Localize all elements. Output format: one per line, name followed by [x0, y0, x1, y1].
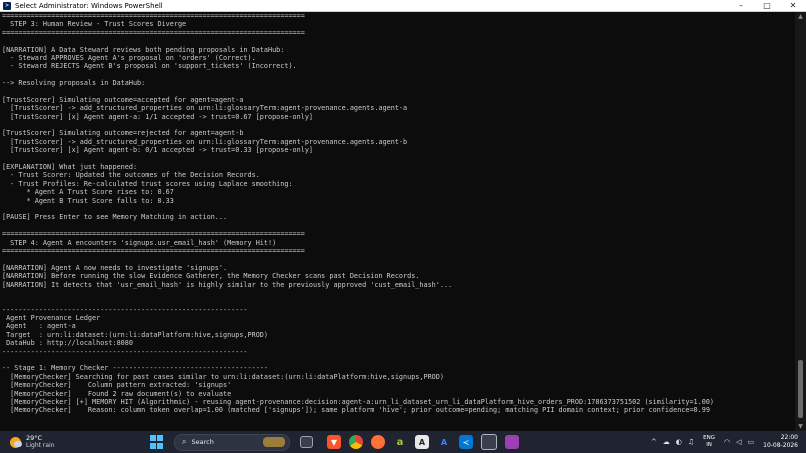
- terminal-line: STEP 4: Agent A encounters 'signups.usr_…: [2, 238, 277, 247]
- terminal-line: [NARRATION] A Data Steward reviews both …: [2, 45, 285, 54]
- maximize-button[interactable]: □: [754, 0, 780, 12]
- weather-icon: [10, 436, 22, 448]
- terminal-line: ----------------------------------------…: [2, 305, 248, 314]
- android-studio-icon[interactable]: a: [393, 435, 407, 449]
- app-a-icon[interactable]: A: [415, 435, 429, 449]
- window-titlebar[interactable]: > Select Administrator: Windows PowerShe…: [0, 0, 806, 12]
- terminal-line: [NARRATION] It detects that 'usr_email_h…: [2, 280, 453, 289]
- terminal-line: DataHub : http://localhost:8080: [2, 339, 133, 348]
- terminal-line: STEP 3: Human Review - Trust Scores Dive…: [2, 20, 187, 29]
- window-title: Select Administrator: Windows PowerShell: [15, 1, 163, 10]
- scrollbar-thumb[interactable]: [798, 360, 803, 418]
- vertical-scrollbar[interactable]: ▲ ▼: [795, 12, 806, 431]
- scroll-up-icon[interactable]: ▲: [795, 12, 806, 21]
- terminal-line: [NARRATION] Agent A now needs to investi…: [2, 263, 228, 272]
- terminal-line: ========================================…: [2, 230, 305, 239]
- cloud-icon[interactable]: ☁: [663, 438, 670, 446]
- terminal-line: * Agent A Trust Score rises to: 0.67: [2, 188, 174, 197]
- terminal-line: - Trust Profiles: Re-calculated trust sc…: [2, 179, 293, 188]
- terminal-line: [MemoryChecker] [+] MEMORY HIT (Algorith…: [2, 397, 715, 406]
- terminal-line: --> Resolving proposals in DataHub:: [2, 79, 146, 88]
- terminal-line: -- Stage 1: Memory Checker -------------…: [2, 364, 268, 373]
- search-icon: ⌕: [182, 437, 187, 446]
- terminal-line: [MemoryChecker] Column pattern extracted…: [2, 381, 232, 390]
- terminal-line: [MemoryChecker] Reason: column token ove…: [2, 406, 710, 415]
- terminal-line: [MemoryChecker] Searching for past cases…: [2, 372, 444, 381]
- terminal-line: Agent Provenance Ledger: [2, 314, 101, 323]
- lang-bottom: IN: [706, 442, 712, 448]
- powershell-icon: >: [3, 1, 11, 10]
- clock-date: 10-08-2026: [763, 442, 798, 449]
- taskbar-search[interactable]: ⌕ Search: [174, 433, 290, 451]
- terminal-line: Target : urn:li:dataset:(urn:li:dataPlat…: [2, 330, 268, 339]
- terminal-line: [TrustScorer] -> add_structured_properti…: [2, 137, 408, 146]
- terminal-line: [TrustScorer] [x] Agent agent-a: 1/1 acc…: [2, 112, 313, 121]
- clock-time: 22:00: [780, 434, 798, 441]
- terminal-line: [TrustScorer] -> add_structured_properti…: [2, 104, 408, 113]
- lang-top: ENG: [703, 435, 715, 441]
- window-controls: – □ ✕: [728, 0, 806, 12]
- taskbar: 29°C Light rain ⌕ Search ▼ a A A ≺ ^ ☁ ◐…: [0, 431, 806, 453]
- terminal-line: - Trust Scorer: Updated the outcomes of …: [2, 171, 260, 180]
- search-label: Search: [191, 438, 214, 446]
- terminal-line: [TrustScorer] Simulating outcome=accepte…: [2, 95, 244, 104]
- weather-widget[interactable]: 29°C Light rain: [10, 433, 55, 451]
- battery-icon[interactable]: ▭: [748, 438, 755, 446]
- brave-icon[interactable]: ▼: [327, 435, 341, 449]
- terminal-line: [TrustScorer] [x] Agent agent-b: 0/1 acc…: [2, 146, 313, 155]
- weather-temp: 29°C: [26, 434, 43, 442]
- system-tray: ^ ☁ ◐ ♫ ENG IN ◠ ◁ ▭ 22:00 10-08-2026: [648, 431, 806, 453]
- close-button[interactable]: ✕: [780, 0, 806, 12]
- start-button[interactable]: [150, 435, 164, 449]
- clock[interactable]: 22:00 10-08-2026: [763, 434, 798, 450]
- vscode-icon[interactable]: ≺: [459, 435, 473, 449]
- chevron-up-icon[interactable]: ^: [651, 438, 657, 446]
- firefox-icon[interactable]: [371, 435, 385, 449]
- terminal-line: [EXPLANATION] What just happened:: [2, 163, 138, 172]
- terminal-line: - Steward REJECTS Agent B's proposal on …: [2, 62, 297, 71]
- volume-icon[interactable]: ◁: [736, 438, 741, 446]
- onedrive-icon[interactable]: ◐: [676, 438, 682, 446]
- terminal-line: ----------------------------------------…: [2, 347, 248, 356]
- terminal-line: [TrustScorer] Simulating outcome=rejecte…: [2, 129, 244, 138]
- terminal-line: [NARRATION] Before running the slow Evid…: [2, 272, 420, 281]
- terminal-output[interactable]: ========================================…: [0, 12, 795, 431]
- terminal-line: ========================================…: [2, 28, 305, 37]
- search-highlight-icon: [263, 436, 285, 447]
- terminal-line: - Steward APPROVES Agent A's proposal on…: [2, 53, 256, 62]
- chrome-icon[interactable]: [349, 435, 363, 449]
- terminal-line: [MemoryChecker] Found 2 raw document(s) …: [2, 389, 232, 398]
- scroll-down-icon[interactable]: ▼: [795, 422, 806, 431]
- taskbar-apps: ⌕ Search ▼ a A A ≺: [150, 433, 523, 451]
- terminal-line: ========================================…: [2, 246, 305, 255]
- terminal-line: [PAUSE] Press Enter to see Memory Matchi…: [2, 213, 228, 222]
- terminal-line: ========================================…: [2, 12, 305, 20]
- weather-desc: Light rain: [26, 442, 55, 449]
- minimize-button[interactable]: –: [728, 0, 754, 12]
- task-view-icon[interactable]: [300, 436, 313, 448]
- terminal-line: * Agent B Trust Score falls to: 0.33: [2, 196, 174, 205]
- app-a2-icon[interactable]: A: [437, 435, 451, 449]
- language-indicator[interactable]: ENG IN: [703, 435, 715, 449]
- terminal-line: Agent : agent-a: [2, 322, 76, 331]
- app-pink-icon[interactable]: [505, 435, 519, 449]
- visual-studio-icon[interactable]: [481, 434, 497, 450]
- microphone-icon[interactable]: ♫: [688, 438, 694, 446]
- wifi-icon[interactable]: ◠: [724, 438, 730, 446]
